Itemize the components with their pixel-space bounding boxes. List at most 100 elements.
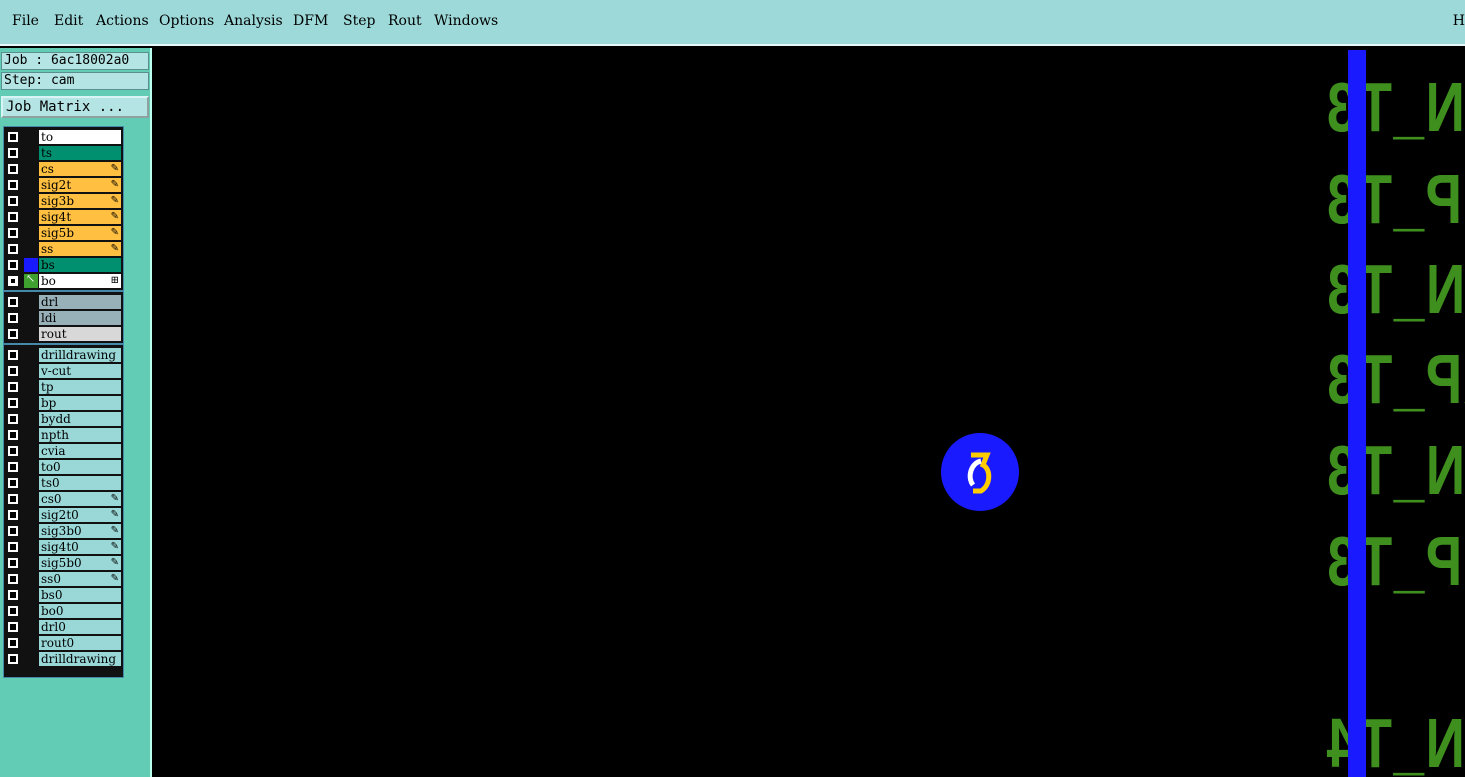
layer-name[interactable]: drl (39, 295, 121, 309)
layer-checkbox[interactable] (8, 212, 18, 222)
menu-edit[interactable]: Edit (54, 13, 83, 29)
layer-name[interactable]: rout (39, 327, 121, 341)
layer-name[interactable]: bs (39, 258, 121, 272)
layer-checkbox[interactable] (8, 228, 18, 238)
layer-checkbox[interactable] (8, 132, 18, 142)
layer-checkbox[interactable] (8, 494, 18, 504)
job-matrix-button[interactable]: Job Matrix ... (1, 96, 149, 118)
layer-checkbox[interactable] (8, 622, 18, 632)
layer-checkbox[interactable] (8, 574, 18, 584)
layer-name[interactable]: bydd (39, 412, 121, 426)
layer-row[interactable]: cs0 ✎ (4, 491, 123, 507)
layer-row[interactable]: cs ✎ (4, 161, 123, 177)
layer-affected-indicator[interactable]: ↖ (24, 272, 38, 288)
layer-checkbox[interactable] (8, 180, 18, 190)
layer-row[interactable]: sig3b0 ✎ (4, 523, 123, 539)
layer-name[interactable]: ss ✎ (39, 242, 121, 256)
menu-windows[interactable]: Windows (434, 13, 498, 29)
layer-name[interactable]: to (39, 130, 121, 144)
menu-step[interactable]: Step (343, 13, 375, 29)
layer-name[interactable]: ts0 (39, 476, 121, 490)
layer-row[interactable]: bo0 (4, 603, 123, 619)
layer-name[interactable]: npth (39, 428, 121, 442)
layer-name[interactable]: rout0 (39, 636, 121, 650)
layer-affected-indicator[interactable] (24, 258, 38, 272)
layer-checkbox[interactable] (8, 462, 18, 472)
layer-row[interactable]: drl0 (4, 619, 123, 635)
layer-row[interactable]: tp (4, 379, 123, 395)
layer-checkbox[interactable] (8, 478, 18, 488)
layer-name[interactable]: sig4t0 ✎ (39, 540, 121, 554)
layer-row[interactable]: rout (4, 326, 123, 342)
menu-actions[interactable]: Actions (96, 13, 149, 29)
layer-checkbox[interactable] (8, 350, 18, 360)
layer-checkbox[interactable] (8, 366, 18, 376)
layer-name[interactable]: ts (39, 146, 121, 160)
layer-name[interactable]: bo0 (39, 604, 121, 618)
layer-checkbox[interactable] (8, 196, 18, 206)
layer-checkbox[interactable] (8, 606, 18, 616)
menu-help[interactable]: H (1453, 13, 1465, 29)
layer-row[interactable]: sig5b0 ✎ (4, 555, 123, 571)
layer-name[interactable]: tp (39, 380, 121, 394)
layer-row[interactable]: npth (4, 427, 123, 443)
layer-checkbox[interactable] (8, 398, 18, 408)
layer-row[interactable]: bydd (4, 411, 123, 427)
graphics-canvas[interactable]: NA/BIQ0N_T3 NA/BIQ0P_T3 BCLK/BCLKN_T3 BW… (152, 48, 1465, 777)
layer-checkbox[interactable] (8, 382, 18, 392)
layer-checkbox[interactable] (8, 148, 18, 158)
layer-name[interactable]: cs0 ✎ (39, 492, 121, 506)
layer-row[interactable]: drl (4, 294, 123, 310)
layer-checkbox[interactable] (8, 329, 18, 339)
layer-name[interactable]: drl0 (39, 620, 121, 634)
layer-row[interactable]: bs (4, 257, 123, 273)
layer-name[interactable]: sig2t0 ✎ (39, 508, 121, 522)
layer-row[interactable]: sig5b ✎ (4, 225, 123, 241)
layer-row[interactable]: v-cut (4, 363, 123, 379)
layer-row[interactable]: cvia (4, 443, 123, 459)
layer-row[interactable]: ldi (4, 310, 123, 326)
menu-options[interactable]: Options (159, 13, 214, 29)
layer-row[interactable]: bs0 (4, 587, 123, 603)
layer-row[interactable]: ts (4, 145, 123, 161)
layer-name[interactable]: sig3b ✎ (39, 194, 121, 208)
layer-row[interactable]: to (4, 129, 123, 145)
layer-checkbox[interactable] (8, 260, 18, 270)
layer-row[interactable]: drilldrawing (4, 347, 123, 363)
layer-name[interactable]: ldi (39, 311, 121, 325)
layer-name[interactable]: drilldrawing (39, 652, 121, 666)
layer-name[interactable]: sig3b0 ✎ (39, 524, 121, 538)
layer-row[interactable]: ↖ bo ⊞ (4, 272, 123, 289)
layer-checkbox[interactable] (8, 558, 18, 568)
layer-checkbox[interactable] (8, 244, 18, 254)
layer-row[interactable]: ss0 ✎ (4, 571, 123, 587)
layer-name[interactable]: drilldrawing (39, 348, 121, 362)
menu-file[interactable]: File (12, 13, 39, 29)
layer-row[interactable]: ts0 (4, 475, 123, 491)
layer-row[interactable]: sig4t ✎ (4, 209, 123, 225)
layer-checkbox[interactable] (8, 164, 18, 174)
layer-name[interactable]: cvia (39, 444, 121, 458)
layer-name[interactable]: bs0 (39, 588, 121, 602)
layer-name[interactable]: sig2t ✎ (39, 178, 121, 192)
layer-name[interactable]: sig5b0 ✎ (39, 556, 121, 570)
layer-checkbox[interactable] (8, 430, 18, 440)
layer-checkbox[interactable] (8, 654, 18, 664)
layer-checkbox[interactable] (8, 276, 18, 286)
layer-row[interactable]: drilldrawing (4, 651, 123, 667)
layer-name[interactable]: sig5b ✎ (39, 226, 121, 240)
layer-name[interactable]: cs ✎ (39, 162, 121, 176)
menu-dfm[interactable]: DFM (293, 13, 328, 29)
layer-row[interactable]: bp (4, 395, 123, 411)
layer-row[interactable]: ss ✎ (4, 241, 123, 257)
layer-name[interactable]: ss0 ✎ (39, 572, 121, 586)
layer-checkbox[interactable] (8, 510, 18, 520)
layer-checkbox[interactable] (8, 446, 18, 456)
layer-checkbox[interactable] (8, 590, 18, 600)
layer-name[interactable]: bp (39, 396, 121, 410)
layer-row[interactable]: sig3b ✎ (4, 193, 123, 209)
layer-name[interactable]: to0 (39, 460, 121, 474)
layer-row[interactable]: to0 (4, 459, 123, 475)
layer-checkbox[interactable] (8, 638, 18, 648)
layer-checkbox[interactable] (8, 542, 18, 552)
